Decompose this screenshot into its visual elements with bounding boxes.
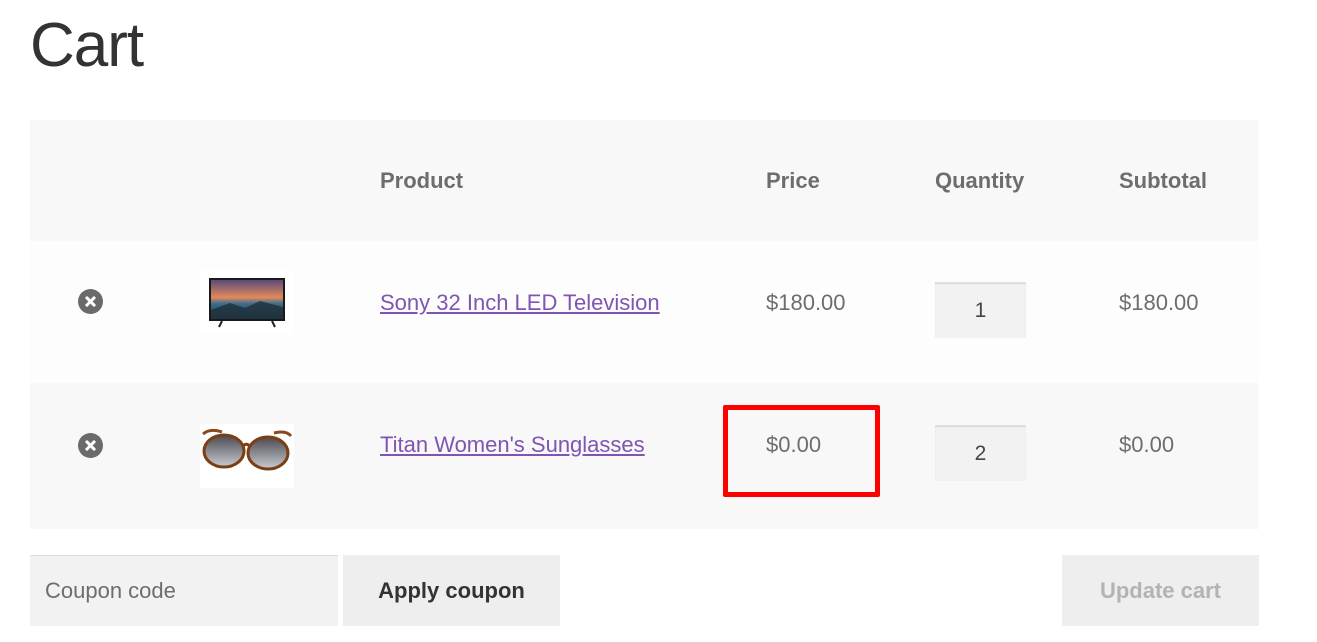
update-cart-button[interactable]: Update cart [1062,555,1259,626]
remove-item-icon[interactable] [78,289,103,314]
cart-table: Product Price Quantity Subtotal Sony 32 … [30,120,1259,529]
apply-coupon-button[interactable]: Apply coupon [343,555,560,626]
quantity-input[interactable] [935,282,1026,338]
header-subtotal: Subtotal [1119,168,1207,193]
header-product: Product [380,168,464,193]
tv-thumbnail[interactable] [200,270,294,334]
page-title: Cart [30,11,144,80]
product-price: $180.00 [766,290,846,315]
table-row: Titan Women's Sunglasses $0.00 $0.00 [30,383,1259,529]
remove-item-icon[interactable] [78,433,103,458]
product-price: $0.00 [766,432,822,457]
quantity-input[interactable] [935,425,1026,481]
product-link[interactable]: Sony 32 Inch LED Television [380,290,660,316]
table-header-row: Product Price Quantity Subtotal [30,120,1259,241]
coupon-code-input[interactable] [30,555,338,626]
table-row: Sony 32 Inch LED Television $180.00 $180… [30,241,1259,383]
product-link[interactable]: Titan Women's Sunglasses [380,432,645,458]
header-price: Price [766,168,820,193]
sunglasses-thumbnail[interactable] [200,424,294,488]
product-subtotal: $180.00 [1119,290,1199,315]
header-quantity: Quantity [935,168,1025,193]
product-subtotal: $0.00 [1119,432,1175,457]
